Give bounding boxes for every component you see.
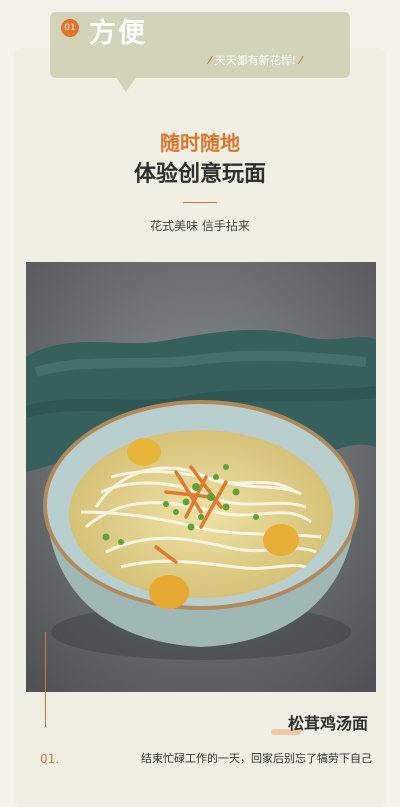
section-number-badge: 01 [61, 19, 79, 37]
header-slogan: ⁄ 天天都有新花样! ⁄ [209, 54, 302, 68]
tagline: 花式美味 信手拈来 [150, 219, 250, 233]
item-number: 01. [40, 752, 60, 766]
dish-description: 结束忙碌工作的一天，回家后别忘了犒劳下自己 [141, 752, 372, 765]
header-pointer [115, 76, 137, 92]
accent-line [45, 632, 46, 727]
page-title: 体验创意玩面 [133, 162, 266, 187]
noodle-bowl-illustration [26, 262, 376, 692]
noodle-soup-photo [26, 262, 376, 692]
header-slogan-text: 天天都有新花样! [214, 54, 297, 67]
subtitle: 随时随地 [160, 131, 240, 155]
header-title: 方便 [89, 18, 147, 49]
slash-decoration: ⁄ [296, 54, 302, 67]
divider [183, 202, 217, 203]
dish-name: 松茸鸡汤面 [287, 714, 368, 733]
